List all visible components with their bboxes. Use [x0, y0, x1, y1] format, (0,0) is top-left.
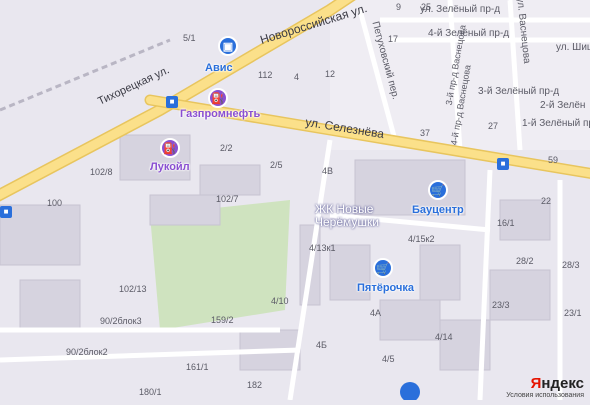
poi-label-avis[interactable]: Авис — [205, 62, 233, 74]
house-number: 4В — [322, 166, 334, 176]
shopping-cart-icon[interactable]: 🛒 — [428, 180, 448, 200]
poi-label-bauzentr[interactable]: Бауцентр — [412, 204, 464, 216]
house-number: 4/14 — [435, 332, 453, 342]
house-number: 16/1 — [497, 218, 515, 228]
bus-stop-icon[interactable]: ■ — [497, 158, 509, 170]
house-number: 182 — [247, 380, 263, 390]
house-number: 2/2 — [220, 143, 233, 153]
house-number: 12 — [325, 69, 336, 79]
house-number: 23/1 — [564, 308, 582, 318]
car-rental-icon[interactable]: ▣ — [218, 36, 238, 56]
house-number: 180/1 — [139, 387, 162, 397]
house-number: 90/2блок3 — [100, 316, 142, 326]
street-label-zeleny2: 2-й Зелён — [540, 100, 586, 111]
house-number: 4/5 — [382, 354, 395, 364]
house-number: 5/1 — [183, 33, 196, 43]
street-label-zeleny3: 3-й Зелёный пр-д — [478, 86, 560, 97]
house-number: 4 — [294, 72, 300, 82]
poi-label-pyaterochka[interactable]: Пятёрочка — [357, 282, 414, 294]
fuel-station-icon[interactable]: ⛽ — [160, 138, 180, 158]
house-number: 37 — [420, 128, 431, 138]
house-number: 4/15к2 — [408, 234, 435, 244]
house-number: 28/3 — [562, 260, 580, 270]
street-label-zeleny1: 1-й Зелёный пр — [522, 118, 590, 129]
bus-stop-icon[interactable]: ■ — [0, 206, 12, 218]
street-label-zeleny4: 4-й Зелёный пр-д — [428, 28, 510, 39]
house-number: 112 — [258, 70, 273, 80]
house-number: 22 — [541, 196, 552, 206]
house-number: 4Б — [316, 340, 327, 350]
map-canvas[interactable]: Новороссийская ул. Тихорецкая ул. ул. Се… — [0, 0, 590, 402]
house-number: 161/1 — [186, 362, 209, 372]
house-number: 102/8 — [90, 167, 113, 177]
house-number: 25 — [421, 2, 432, 12]
street-label-zeleny-top: ул. Зелёный пр-д — [420, 4, 501, 15]
house-number: 17 — [388, 34, 399, 44]
grocery-basket-icon[interactable]: 🛒 — [373, 258, 393, 278]
house-number: 159/2 — [211, 315, 234, 325]
house-number: 9 — [396, 2, 402, 12]
house-number: 102/13 — [119, 284, 147, 294]
terms-link[interactable]: Условия использования — [506, 392, 584, 399]
house-number: 102/7 — [216, 194, 239, 204]
house-number: 90/2блок2 — [66, 347, 108, 357]
house-number: 100 — [47, 198, 63, 208]
house-number: 28/2 — [516, 256, 534, 266]
street-label-shish: ул. Шиш — [556, 42, 590, 53]
house-number: 59 — [548, 155, 559, 165]
brand-initial: Я — [530, 375, 542, 392]
yandex-logo[interactable]: Яндекс — [531, 375, 584, 392]
house-number: 23/3 — [492, 300, 510, 310]
poi-label-gazpromneft[interactable]: Газпромнефть — [180, 108, 260, 120]
house-number: 4А — [370, 308, 382, 318]
fuel-station-icon[interactable]: ⛽ — [208, 88, 228, 108]
house-number: 2/5 — [270, 160, 283, 170]
map-base — [0, 0, 590, 402]
house-number: 27 — [488, 121, 499, 131]
district-label[interactable]: ЖК Новые Черёмушки — [315, 203, 395, 229]
poi-label-lukoil[interactable]: Лукойл — [150, 161, 190, 173]
house-number: 4/13к1 — [309, 243, 336, 253]
brand-rest: ндекс — [541, 375, 584, 392]
house-number: 4/10 — [271, 296, 289, 306]
bus-stop-icon[interactable]: ■ — [166, 96, 178, 108]
